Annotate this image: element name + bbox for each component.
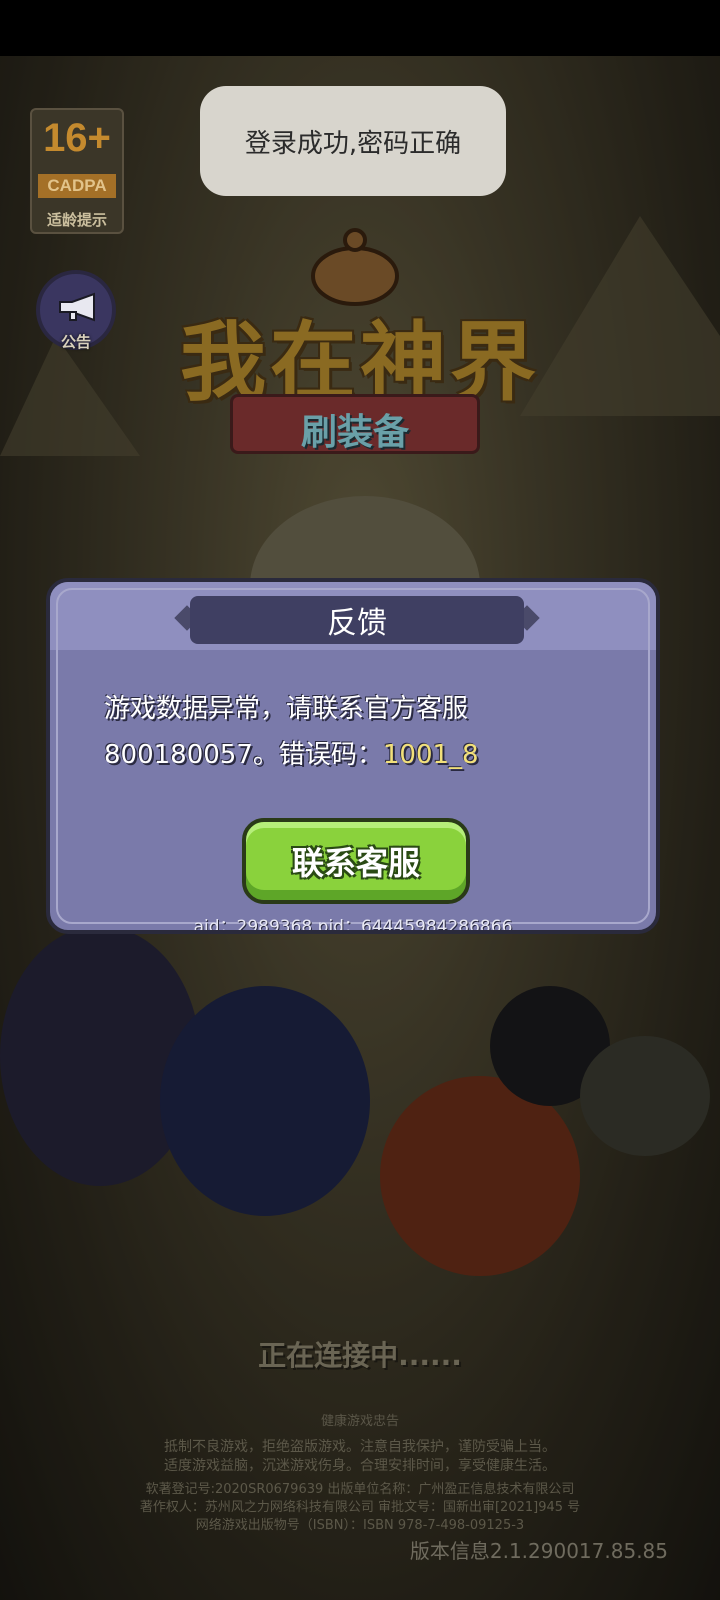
logo-subtitle: 刷装备 [300,412,409,453]
dialog-title: 反馈 [327,606,387,641]
error-code: 1001_8 [382,740,479,770]
age-tip-label: 适龄提示 [46,211,107,229]
message-line-2-text: 800180057。错误码： [104,740,383,770]
age-rating-badge[interactable]: 16+ CADPA 适龄提示 [30,108,124,234]
health-advice-title: 健康游戏忠告 [320,1414,399,1429]
age-rating: 16+ [43,116,111,160]
megaphone-icon [59,292,95,322]
feedback-dialog: 反馈 游戏数据异常，请联系官方客服 800180057。错误码：1001_8 联… [46,578,660,934]
dialog-message: 游戏数据异常，请联系官方客服 800180057。错误码：1001_8 [104,686,624,778]
legal-line-2: 著作权人：苏州风之力网络科技有限公司 审批文号：国新出审[2021]945 号 [139,1500,581,1515]
version-info: 版本信息2.1.290017.85.85 [409,1539,668,1563]
notice-label: 公告 [60,333,91,351]
legal-line-3: 网络游戏出版物号（ISBN）：ISBN 978-7-498-09125-3 [195,1518,525,1533]
rating-org: CADPA [38,174,116,198]
connecting-status: 正在连接中...... [258,1339,462,1372]
notice-button[interactable]: 公告 [36,270,116,351]
message-line-1: 游戏数据异常，请联系官方客服 [104,694,469,724]
health-advice-line-2: 适度游戏益脑，沉迷游戏伤身。合理安排时间，享受健康生活。 [164,1458,556,1474]
login-toast: 登录成功,密码正确 [200,86,506,196]
contact-support-button[interactable]: 联系客服 [242,818,470,904]
legal-line-1: 软著登记号:2020SR0679639 出版单位名称：广州盈正信息技术有限公司 [145,1482,575,1497]
game-logo: 我在神界 刷装备 [120,226,600,476]
account-ids: aid：2989368 pid：64445984286866 [193,917,513,934]
status-bar [0,0,720,56]
logo-ribbon: 刷装备 [230,394,480,454]
toast-text: 登录成功,密码正确 [244,128,462,159]
dialog-title-bar: 反馈 [190,596,524,644]
contact-support-label: 联系客服 [291,844,420,882]
message-line-2: 800180057。错误码：1001_8 [104,732,624,778]
health-advice-line-1: 抵制不良游戏，拒绝盗版游戏。注意自我保护，谨防受骗上当。 [164,1439,556,1455]
